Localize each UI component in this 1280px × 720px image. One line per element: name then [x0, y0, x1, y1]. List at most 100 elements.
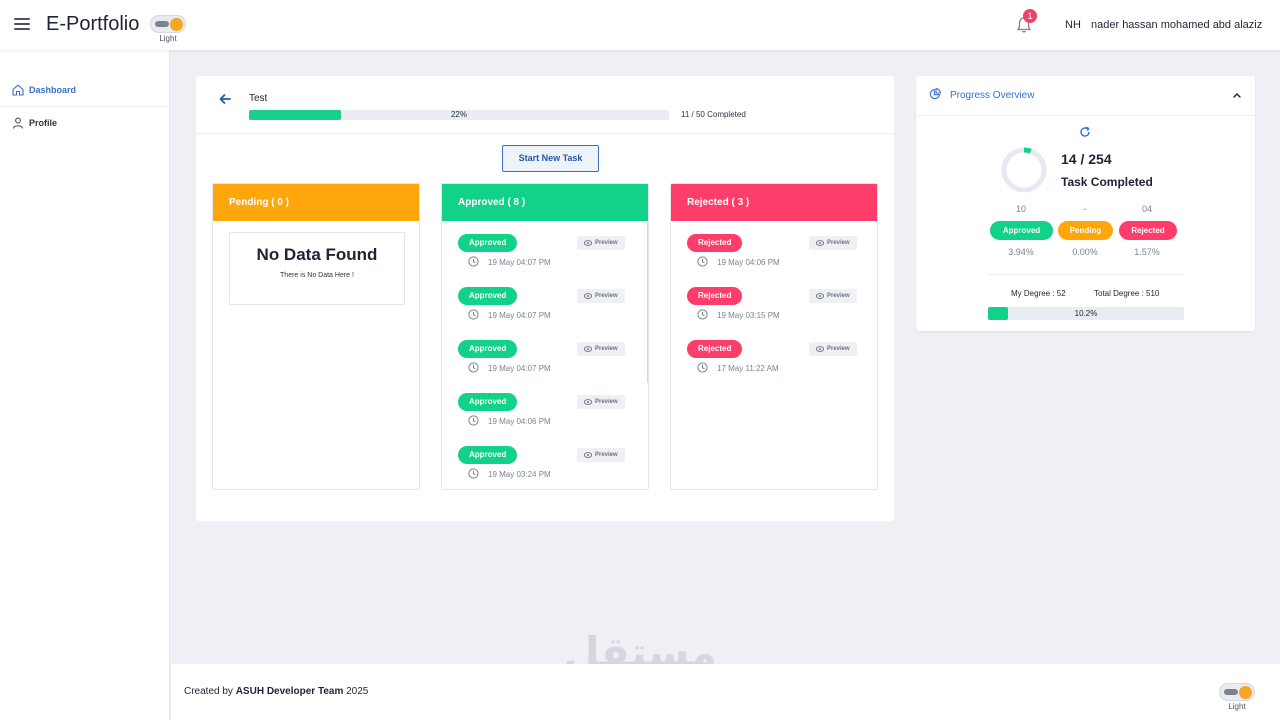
- pie-chart-icon: [929, 88, 941, 100]
- degree-progress-label: 10.2%: [1074, 309, 1098, 318]
- eye-icon: [816, 346, 824, 352]
- preview-label: Preview: [595, 452, 618, 458]
- list-item: Rejected Preview 17 May 11:22 AM: [687, 340, 863, 384]
- list-item: Rejected Preview 19 May 04:06 PM: [687, 234, 863, 278]
- status-badge: Approved: [458, 393, 518, 411]
- item-timestamp: 19 May 03:24 PM: [488, 470, 551, 479]
- eye-icon: [816, 293, 824, 299]
- status-badge: Approved: [458, 287, 518, 305]
- clock-icon: [468, 415, 479, 426]
- footer-theme-toggle[interactable]: Light: [1219, 683, 1255, 711]
- item-timestamp: 19 May 03:15 PM: [717, 311, 780, 320]
- divider: [988, 274, 1184, 275]
- footer-team: ASUH Developer Team: [235, 686, 344, 697]
- list-item: Approved Preview 19 May 04:06 PM: [458, 393, 634, 437]
- approved-count: 10: [1015, 204, 1026, 214]
- menu-icon[interactable]: [14, 18, 30, 30]
- preview-button[interactable]: Preview: [577, 395, 625, 409]
- avatar[interactable]: NH: [1061, 13, 1085, 37]
- status-badge: Rejected: [687, 340, 743, 358]
- rejected-column-header: Rejected ( 3 ): [671, 184, 877, 221]
- chevron-up-icon[interactable]: [1232, 91, 1242, 99]
- task-title: Test: [249, 93, 268, 104]
- my-degree: My Degree : 52: [1011, 289, 1066, 298]
- eye-icon: [584, 240, 592, 246]
- rejected-column: Rejected ( 3 ) Rejected Preview 19 May 0…: [670, 183, 878, 490]
- theme-label: Light: [159, 34, 177, 43]
- eye-icon: [584, 293, 592, 299]
- back-arrow-icon[interactable]: [218, 92, 232, 106]
- status-badge: Approved: [458, 234, 518, 252]
- theme-toggle[interactable]: Light: [150, 15, 186, 43]
- pending-count: -: [1083, 204, 1087, 214]
- clock-icon: [697, 362, 708, 373]
- sidebar-item-dashboard[interactable]: Dashboard: [0, 75, 170, 107]
- item-timestamp: 19 May 04:07 PM: [488, 364, 551, 373]
- item-timestamp: 19 May 04:06 PM: [488, 417, 551, 426]
- item-timestamp: 17 May 11:22 AM: [717, 364, 779, 373]
- status-badge: Rejected: [687, 234, 743, 252]
- divider: [196, 133, 894, 134]
- user-name[interactable]: nader hassan mohamed abd alaziz: [1091, 19, 1262, 31]
- preview-button[interactable]: Preview: [577, 289, 625, 303]
- clock-icon: [468, 256, 479, 267]
- theme-switch-icon: [150, 15, 186, 33]
- preview-label: Preview: [827, 346, 850, 352]
- list-item: Approved Preview 19 May 04:07 PM: [458, 234, 634, 278]
- approved-badge: Approved: [990, 221, 1053, 240]
- preview-label: Preview: [595, 399, 618, 405]
- clock-icon: [697, 256, 708, 267]
- preview-label: Preview: [595, 346, 618, 352]
- preview-button[interactable]: Preview: [809, 289, 857, 303]
- eye-icon: [584, 452, 592, 458]
- top-header: E-Portfolio Light 1 NH nader hassan moha…: [0, 0, 1280, 50]
- list-item: Approved Preview 19 May 03:24 PM: [458, 446, 634, 489]
- start-new-task-button[interactable]: Start New Task: [502, 145, 599, 172]
- list-item: Approved Preview 19 May 04:07 PM: [458, 340, 634, 384]
- approved-column-header: Approved ( 8 ): [442, 184, 648, 221]
- rejected-badge: Rejected: [1119, 221, 1177, 240]
- sidebar-item-label: Profile: [29, 118, 58, 128]
- list-item: Rejected Preview 19 May 03:15 PM: [687, 287, 863, 331]
- total-degree: Total Degree : 510: [1094, 289, 1160, 298]
- task-progress-bar: 22%: [249, 110, 669, 120]
- status-badge: Approved: [458, 446, 518, 464]
- notification-badge: 1: [1023, 9, 1037, 23]
- progress-overview-panel: Progress Overview 14 / 254 Task Complete…: [916, 76, 1255, 331]
- pending-percent: 0.00%: [1072, 247, 1098, 257]
- rejected-percent: 1.57%: [1134, 247, 1160, 257]
- approved-percent: 3.94%: [1008, 247, 1034, 257]
- scrollbar[interactable]: [647, 221, 648, 383]
- preview-button[interactable]: Preview: [577, 342, 625, 356]
- item-timestamp: 19 May 04:06 PM: [717, 258, 780, 267]
- clock-icon: [468, 309, 479, 320]
- pending-column-header: Pending ( 0 ): [213, 184, 419, 221]
- refresh-icon[interactable]: [1079, 126, 1091, 138]
- theme-label: Light: [1228, 702, 1246, 711]
- user-icon: [12, 117, 24, 129]
- sidebar-item-profile[interactable]: Profile: [0, 108, 170, 140]
- preview-button[interactable]: Preview: [809, 236, 857, 250]
- home-icon: [12, 84, 24, 96]
- approved-column: Approved ( 8 ) Approved Preview 19 May 0…: [441, 183, 649, 490]
- brand-title: E-Portfolio: [46, 13, 140, 35]
- progress-overview-title: Progress Overview: [950, 90, 1035, 101]
- progress-overview-header[interactable]: Progress Overview: [916, 76, 1255, 116]
- preview-label: Preview: [595, 240, 618, 246]
- footer: Created by ASUH Developer Team 2025 Ligh…: [171, 664, 1280, 720]
- preview-label: Preview: [827, 240, 850, 246]
- list-item: Approved Preview 19 May 04:07 PM: [458, 287, 634, 331]
- footer-prefix: Created by: [184, 686, 236, 697]
- item-timestamp: 19 May 04:07 PM: [488, 311, 551, 320]
- preview-button[interactable]: Preview: [809, 342, 857, 356]
- completion-donut-chart: [1001, 147, 1047, 193]
- clock-icon: [468, 362, 479, 373]
- rejected-count: 04: [1141, 204, 1152, 214]
- preview-label: Preview: [595, 293, 618, 299]
- empty-state-title: No Data Found: [256, 245, 378, 264]
- preview-button[interactable]: Preview: [577, 236, 625, 250]
- preview-button[interactable]: Preview: [577, 448, 625, 462]
- theme-switch-icon: [1219, 683, 1255, 701]
- footer-credit: Created by ASUH Developer Team 2025: [184, 686, 368, 697]
- empty-state: No Data Found There is No Data Here !: [229, 232, 405, 305]
